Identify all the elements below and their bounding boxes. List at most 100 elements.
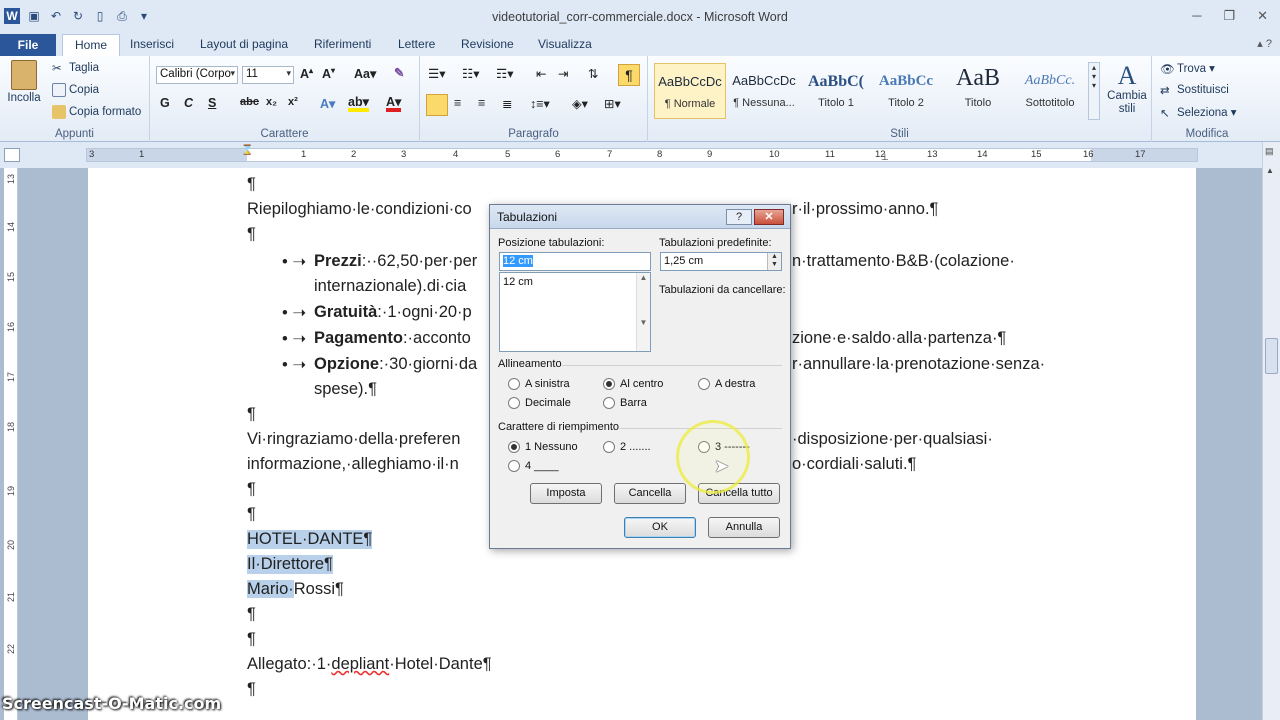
borders-icon[interactable]: ⊞▾ (604, 96, 621, 111)
bullet-text: :·30·giorni·da (379, 355, 478, 373)
tab-riferimenti[interactable]: Riferimenti (314, 37, 371, 51)
ruler-number: 1 (139, 149, 145, 160)
tab-position-input[interactable]: 12 cm (499, 252, 651, 271)
tab-selector-icon[interactable] (4, 148, 20, 162)
close-icon[interactable]: ✕ (754, 209, 784, 225)
copy-button[interactable]: Copia (52, 83, 99, 97)
cut-button[interactable]: ✂ Taglia (52, 61, 99, 75)
paragraph-mark: ¶ (247, 480, 256, 498)
style-titolo-2[interactable]: AaBbCc Titolo 2 (870, 63, 942, 119)
style-titolo[interactable]: AaB Titolo (942, 63, 1014, 119)
shading-icon[interactable]: ◈▾ (572, 96, 588, 111)
paste-button[interactable]: Incolla (6, 60, 42, 104)
text-effects-icon[interactable]: A▾ (320, 96, 335, 111)
tab-home[interactable]: Home (62, 34, 121, 56)
subscript-icon[interactable]: x₂ (266, 96, 277, 108)
highlight-icon[interactable]: ab▾ (348, 96, 369, 112)
justify-icon[interactable]: ≣ (502, 96, 512, 111)
shrink-font-icon[interactable]: A▾ (322, 66, 335, 81)
replace-button[interactable]: ⇄ Sostituisci (1160, 83, 1229, 97)
ok-button[interactable]: OK (624, 517, 696, 538)
font-color-icon[interactable]: A▾ (386, 96, 402, 112)
spinner-icon[interactable]: ▲ ▼ (767, 253, 781, 270)
superscript-icon[interactable]: x² (288, 96, 298, 108)
tab-inserisci[interactable]: Inserisci (130, 37, 174, 51)
align-bar-radio[interactable]: Barra (603, 397, 647, 409)
ruler-margin-left (87, 149, 247, 161)
numbering-icon[interactable]: ☷▾ (462, 66, 479, 81)
vertical-scrollbar[interactable]: ▤ ▲ (1262, 142, 1280, 720)
tab-lettere[interactable]: Lettere (398, 37, 435, 51)
sort-icon[interactable]: ⇅ (588, 66, 598, 81)
doc-line-riepiloghiamo-end: r·il·prossimo·anno.¶ (792, 200, 939, 218)
styles-scroll-icon[interactable]: ▴ ▾ ▾ (1088, 62, 1100, 120)
ruler-toggle-icon[interactable]: ▤ (1265, 146, 1274, 157)
leader-underline-radio[interactable]: 4 ____ (508, 460, 559, 472)
ribbon-minimize-icon[interactable]: ▴ ? (1257, 37, 1272, 50)
align-center-icon[interactable]: ≡ (454, 96, 461, 110)
center-tab-marker-icon[interactable]: ⊥ (881, 152, 889, 163)
strikethrough-icon[interactable]: abc (240, 96, 259, 108)
close-window-icon[interactable]: ✕ (1257, 8, 1268, 24)
doc-line-ringraziamo-end: ·disposizione·per·qualsiasi· (792, 430, 993, 448)
bullet-icon: • ➝ (282, 356, 307, 374)
doc-line-informazione-end: o·cordiali·saluti.¶ (792, 455, 917, 473)
scroll-thumb[interactable] (1265, 338, 1278, 374)
list-scrollbar[interactable]: ▲ ▼ (636, 273, 650, 351)
decrease-indent-icon[interactable]: ⇤ (536, 66, 546, 81)
show-formatting-marks-icon[interactable]: ¶ (618, 64, 640, 86)
tab-visualizza[interactable]: Visualizza (538, 37, 592, 51)
tab-position-list[interactable]: 12 cm ▲ ▼ (499, 272, 651, 352)
grow-font-icon[interactable]: A▴ (300, 66, 313, 81)
align-left-radio[interactable]: A sinistra (508, 378, 570, 390)
style-sottotitolo[interactable]: AaBbCc. Sottotitolo (1014, 63, 1086, 119)
underline-icon[interactable]: S (208, 96, 216, 110)
align-decimal-radio[interactable]: Decimale (508, 397, 571, 409)
tab-position-list-item[interactable]: 12 cm (503, 276, 647, 288)
leader-dots-radio[interactable]: 2 ....... (603, 441, 651, 453)
title-bar: W ▣ ↶ ↻ ▯ ⎙ ▾ videotutorial_corr-commerc… (0, 0, 1280, 34)
vruler-number: 20 (6, 539, 17, 551)
multilevel-list-icon[interactable]: ☶▾ (496, 66, 513, 81)
bullets-icon[interactable]: ☰▾ (428, 66, 445, 81)
leader-none-radio[interactable]: 1 Nessuno (508, 441, 578, 453)
change-case-icon[interactable]: Aa▾ (354, 66, 376, 81)
style-normale[interactable]: AaBbCcDc ¶ Normale (654, 63, 726, 119)
dialog-titlebar[interactable]: Tabulazioni ? ✕ (490, 205, 790, 229)
radio-label: A destra (715, 378, 756, 390)
style-titolo-1[interactable]: AaBbC( Titolo 1 (800, 63, 872, 119)
radio-icon (698, 378, 710, 390)
align-center-radio[interactable]: Al centro (603, 378, 663, 390)
indent-marker-icon[interactable]: ⌛ (241, 145, 253, 156)
align-right-radio[interactable]: A destra (698, 378, 755, 390)
line-spacing-icon[interactable]: ↕≡▾ (530, 96, 550, 111)
change-styles-button[interactable]: A Cambia stili (1106, 62, 1148, 116)
imposta-button[interactable]: Imposta (530, 483, 602, 504)
ruler-number: 7 (607, 149, 613, 160)
font-size-combo[interactable]: 11 (242, 66, 294, 84)
style-nessuna[interactable]: AaBbCcDc ¶ Nessuna... (728, 63, 800, 119)
tab-layout[interactable]: Layout di pagina (200, 37, 288, 51)
align-right-icon[interactable]: ≡ (478, 96, 485, 110)
format-painter-button[interactable]: Copia formato (52, 105, 141, 119)
horizontal-ruler[interactable]: 3 1 1 2 3 4 5 6 7 8 9 10 11 12 13 14 15 … (86, 145, 1198, 163)
find-button[interactable]: 👁 Trova ▾ (1160, 61, 1215, 76)
help-icon[interactable]: ? (726, 209, 752, 225)
italic-icon[interactable]: C (184, 96, 193, 110)
cancella-button[interactable]: Cancella (614, 483, 686, 504)
bold-icon[interactable]: G (160, 96, 170, 110)
font-name-combo[interactable]: Calibri (Corpo (156, 66, 238, 84)
clear-formatting-icon[interactable]: ✎ (394, 65, 404, 80)
annulla-button[interactable]: Annulla (708, 517, 780, 538)
tab-file[interactable]: File (0, 34, 56, 56)
align-left-icon[interactable] (426, 94, 448, 116)
scroll-up-icon[interactable]: ▲ (1266, 166, 1274, 175)
minimize-icon[interactable]: ─ (1192, 8, 1201, 24)
tab-revisione[interactable]: Revisione (461, 37, 514, 51)
select-button[interactable]: ↖ Seleziona ▾ (1160, 105, 1236, 120)
increase-indent-icon[interactable]: ⇥ (558, 66, 568, 81)
restore-icon[interactable]: ❐ (1223, 8, 1235, 24)
default-tabs-input[interactable]: 1,25 cm ▲ ▼ (660, 252, 782, 271)
group-paragrafo: ☰▾ ☷▾ ☶▾ ⇤ ⇥ ⇅ ¶ ≡ ≡ ≣ ↕≡▾ ◈▾ ⊞▾ Paragra… (420, 56, 648, 142)
paste-label: Incolla (7, 92, 41, 104)
